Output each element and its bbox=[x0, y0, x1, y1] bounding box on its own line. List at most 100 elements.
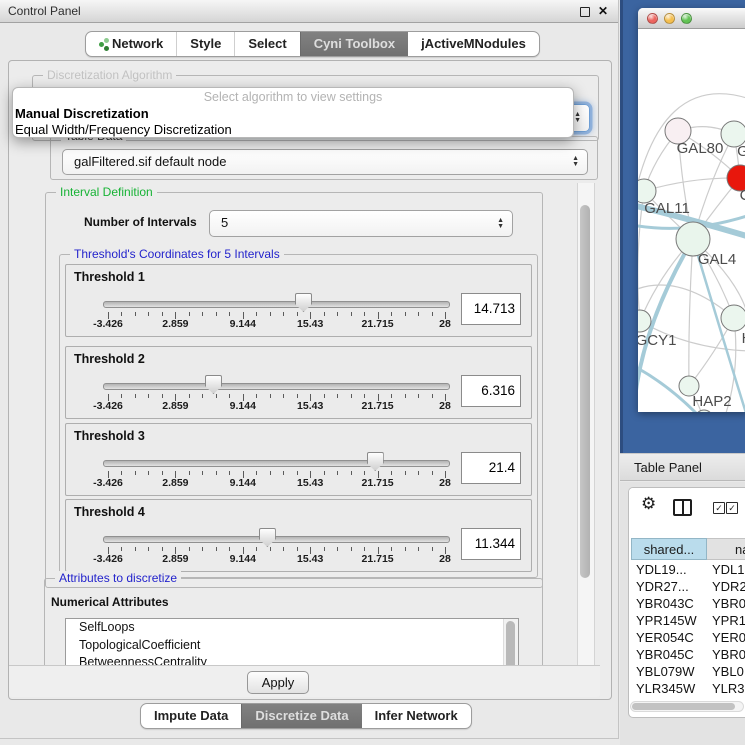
network-node[interactable] bbox=[695, 410, 713, 412]
cell-shared-name[interactable]: YBL079W bbox=[636, 663, 695, 680]
slider-track[interactable] bbox=[103, 301, 450, 308]
cell-shared-name[interactable]: YER054C bbox=[636, 629, 694, 646]
node-label: H bbox=[742, 330, 745, 347]
algorithm-options: Manual DiscretizationEqual Width/Frequen… bbox=[13, 106, 573, 138]
cell-name[interactable]: YPR1 bbox=[712, 612, 745, 629]
split-columns-icon[interactable] bbox=[673, 499, 692, 516]
checkbox-icon[interactable]: ✓ bbox=[726, 502, 738, 514]
tab-select[interactable]: Select bbox=[234, 32, 299, 56]
table-panel-area: ⚙ ✓ ✓ shared...na YDL19...YDL1YDR27...YD… bbox=[620, 482, 745, 745]
algorithm-option-manual-discretization[interactable]: Manual Discretization bbox=[13, 106, 573, 122]
cell-name[interactable]: YBL0 bbox=[712, 663, 744, 680]
table-row[interactable]: YPR145W YPR1 bbox=[629, 612, 745, 629]
intervals-value: 5 bbox=[221, 211, 228, 235]
table-data-combobox[interactable]: galFiltered.sif default node ▲ ▼ bbox=[62, 149, 588, 175]
network-icon bbox=[99, 42, 104, 47]
attribute-item-selfloops[interactable]: SelfLoops bbox=[66, 619, 518, 637]
cell-shared-name[interactable]: YIL052C bbox=[636, 697, 687, 700]
table-row[interactable]: YLR345W YLR3 bbox=[629, 680, 745, 697]
threshold-value-field[interactable]: 6.316 bbox=[461, 375, 521, 407]
cell-shared-name[interactable]: YBR045C bbox=[636, 646, 694, 663]
column-header-na[interactable]: na bbox=[707, 538, 745, 560]
tab-cyni-toolbox[interactable]: Cyni Toolbox bbox=[300, 32, 408, 56]
tab-style[interactable]: Style bbox=[176, 32, 234, 56]
cell-name[interactable]: YBR0 bbox=[712, 646, 745, 663]
slider-ticks bbox=[108, 394, 445, 402]
network-node-h[interactable] bbox=[721, 305, 745, 331]
algorithm-option-equal-width-frequency-discretization[interactable]: Equal Width/Frequency Discretization bbox=[13, 122, 573, 138]
table-row[interactable]: YIL052C YIL0 bbox=[629, 697, 745, 700]
tab-jactivemnodules[interactable]: jActiveMNodules bbox=[408, 32, 539, 56]
slider-thumb[interactable] bbox=[259, 528, 276, 547]
table-row[interactable]: YDL19... YDL1 bbox=[629, 561, 745, 578]
tab-network[interactable]: Network bbox=[86, 32, 176, 56]
cell-name[interactable]: YDR2 bbox=[712, 578, 745, 595]
slider-thumb[interactable] bbox=[205, 375, 222, 394]
tab-impute-data[interactable]: Impute Data bbox=[141, 704, 241, 728]
threshold-label: Threshold 3 bbox=[74, 429, 145, 443]
slider-thumb[interactable] bbox=[367, 452, 384, 471]
number-of-intervals-label: Number of Intervals bbox=[84, 215, 197, 229]
cell-shared-name[interactable]: YPR145W bbox=[636, 612, 697, 629]
cell-shared-name[interactable]: YDL19... bbox=[636, 561, 687, 578]
interval-definition-group: Interval Definition Number of Intervals … bbox=[45, 192, 543, 588]
network-canvas[interactable]: GAL80GACGAL11GAL4GCY1HHAP2 bbox=[638, 29, 745, 412]
number-of-intervals-combobox[interactable]: 5 ▲ ▼ bbox=[209, 210, 513, 237]
thresholds-group: Threshold's Coordinates for 5 Intervals … bbox=[59, 254, 538, 578]
attribute-item-betweennesscentrality[interactable]: BetweennessCentrality bbox=[66, 654, 518, 665]
horizontal-scrollbar[interactable] bbox=[630, 701, 744, 712]
threshold-value-field[interactable]: 21.4 bbox=[461, 452, 521, 484]
combo-stepper-icon: ▲ ▼ bbox=[572, 156, 579, 168]
vertical-scrollbar[interactable] bbox=[577, 183, 595, 665]
slider-thumb[interactable] bbox=[295, 293, 312, 312]
slider-track[interactable] bbox=[103, 460, 450, 467]
network-edge bbox=[644, 178, 740, 191]
table-row[interactable]: YDR27... YDR2 bbox=[629, 578, 745, 595]
algorithm-placeholder: Select algorithm to view settings bbox=[13, 88, 573, 106]
threshold-value-field[interactable]: 11.344 bbox=[461, 528, 521, 560]
list-scrollbar[interactable] bbox=[503, 619, 518, 665]
scrollbar-thumb[interactable] bbox=[632, 703, 735, 710]
tab-discretize-data[interactable]: Discretize Data bbox=[241, 704, 361, 728]
network-edge bbox=[689, 239, 693, 386]
table-row[interactable]: YER054C YER0 bbox=[629, 629, 745, 646]
threshold-row: Threshold 4 -3.4262.8599.14415.4321.7152… bbox=[65, 499, 532, 572]
column-header-shared[interactable]: shared... bbox=[631, 538, 707, 560]
cell-shared-name[interactable]: YLR345W bbox=[636, 680, 695, 697]
mac-zoom-button[interactable] bbox=[681, 13, 692, 24]
slider-track[interactable] bbox=[103, 536, 450, 543]
settings-scroll-area: Interval Definition Number of Intervals … bbox=[9, 183, 577, 665]
attribute-item-topologicalcoefficient[interactable]: TopologicalCoefficient bbox=[66, 637, 518, 655]
close-icon[interactable]: ✕ bbox=[598, 3, 608, 19]
network-window-titlebar[interactable] bbox=[638, 8, 745, 29]
cell-name[interactable]: YLR3 bbox=[712, 680, 745, 697]
mac-close-button[interactable] bbox=[647, 13, 658, 24]
cell-name[interactable]: YBR0 bbox=[712, 595, 745, 612]
checkbox-icon[interactable]: ✓ bbox=[713, 502, 725, 514]
tab-infer-network[interactable]: Infer Network bbox=[362, 704, 471, 728]
node-label: GCY1 bbox=[638, 332, 676, 349]
table-row[interactable]: YBR043C YBR0 bbox=[629, 595, 745, 612]
cell-name[interactable]: YER0 bbox=[712, 629, 745, 646]
cell-name[interactable]: YDL1 bbox=[712, 561, 745, 578]
threshold-row: Threshold 3 -3.4262.8599.14415.4321.7152… bbox=[65, 423, 532, 496]
cell-shared-name[interactable]: YBR043C bbox=[636, 595, 694, 612]
table-row[interactable]: YBR045C YBR0 bbox=[629, 646, 745, 663]
slider-track[interactable] bbox=[103, 383, 450, 390]
threshold-value-field[interactable]: 14.713 bbox=[461, 293, 521, 325]
gear-icon[interactable]: ⚙ bbox=[641, 494, 656, 514]
attributes-group: Attributes to discretize Numerical Attri… bbox=[44, 578, 543, 665]
apply-button[interactable]: Apply bbox=[247, 671, 309, 694]
mac-minimize-button[interactable] bbox=[664, 13, 675, 24]
node-label: GAL80 bbox=[677, 140, 724, 157]
node-label: GA bbox=[737, 143, 745, 160]
scrollbar-thumb[interactable] bbox=[580, 205, 590, 578]
network-desktop-frame: GAL80GACGAL11GAL4GCY1HHAP2 bbox=[620, 0, 745, 453]
float-window-icon[interactable] bbox=[580, 7, 590, 17]
numerical-attributes-list[interactable]: SelfLoopsTopologicalCoefficientBetweenne… bbox=[65, 618, 519, 665]
threshold-rows: Threshold 1 -3.4262.8599.14415.4321.7152… bbox=[60, 264, 537, 572]
table-row[interactable]: YBL079W YBL0 bbox=[629, 663, 745, 680]
cell-shared-name[interactable]: YDR27... bbox=[636, 578, 689, 595]
table-panel-titlebar: Table Panel bbox=[620, 453, 745, 481]
cell-name[interactable]: YIL0 bbox=[712, 697, 739, 700]
